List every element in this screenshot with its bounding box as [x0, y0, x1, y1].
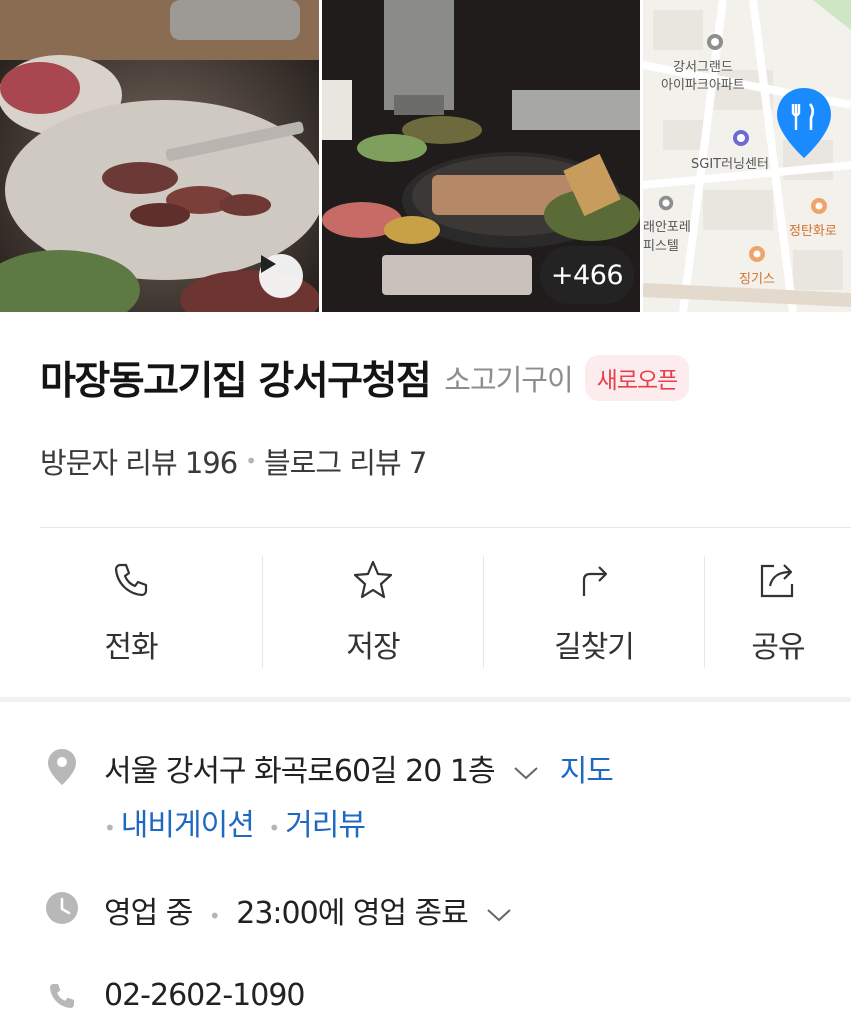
navigation-link[interactable]: 내비게이션 [121, 808, 255, 843]
dot-separator: • [245, 449, 257, 473]
share-button[interactable]: 공유 [705, 540, 851, 678]
save-label: 저장 [346, 630, 400, 665]
map-thumbnail[interactable]: 강서그랜드 아이파크아파트 SGIT러닝센터 래안포레 피스텔 정탄화로 징기스 [643, 0, 851, 312]
phone-row: 02-2602-1090 [40, 978, 306, 1013]
center-marker-icon [733, 130, 749, 146]
directions-button[interactable]: 길찾기 [484, 540, 704, 678]
map-pin-icon [777, 88, 831, 158]
dot-separator: • [104, 816, 116, 840]
open-status: 영업 중 [104, 896, 193, 931]
map-link[interactable]: 지도 [560, 754, 614, 789]
share-label: 공유 [751, 630, 805, 665]
blog-review-link[interactable]: 블로그 리뷰 7 [264, 440, 427, 482]
phone-number[interactable]: 02-2602-1090 [104, 978, 306, 1013]
phone-small-icon [50, 984, 74, 1008]
hours-row: 영업 중 • 23:00에 영업 종료 [40, 888, 512, 932]
clock-icon [46, 892, 78, 924]
play-icon [261, 255, 276, 273]
place-category: 소고기구이 [444, 363, 573, 397]
new-open-badge: 새로오픈 [584, 355, 690, 401]
dot-separator: • [208, 904, 221, 928]
more-photos-badge[interactable]: +466 [540, 246, 634, 304]
save-button[interactable]: 저장 [263, 540, 483, 678]
action-bar: 전화 저장 길찾기 공유 [0, 540, 851, 678]
map-label-restaurant: 정탄화로 [789, 224, 837, 239]
closing-time: 23:00에 영업 종료 [236, 896, 469, 931]
map-label-apartment-1: 강서그랜드 [673, 60, 733, 75]
small-marker-icon [658, 195, 674, 211]
section-divider [0, 697, 851, 702]
restaurant-marker-icon-2 [749, 246, 765, 262]
chevron-down-icon[interactable] [513, 765, 539, 781]
map-label-bottom: 징기스 [739, 272, 775, 287]
map-label-left-1: 래안포레 [643, 220, 691, 235]
map-label-apartment-2: 아이파크아파트 [661, 78, 745, 93]
call-button[interactable]: 전화 [0, 540, 262, 678]
place-name: 마장동고기집 강서구청점 [40, 359, 432, 404]
photo-grill-video[interactable] [0, 0, 319, 312]
map-label-center: SGIT러닝센터 [691, 157, 769, 172]
call-label: 전화 [104, 630, 158, 665]
restaurant-marker-icon [811, 198, 827, 214]
address-sub-links: • 내비게이션 • 거리뷰 [104, 800, 366, 844]
dot-separator: • [268, 816, 280, 840]
divider [40, 527, 851, 528]
address-text: 서울 강서구 화곡로60길 20 1층 [104, 754, 496, 789]
directions-label: 길찾기 [554, 630, 635, 665]
review-row: 방문자 리뷰 196 • 블로그 리뷰 7 [40, 440, 427, 482]
hours-chevron-down-icon[interactable] [486, 907, 512, 923]
visitor-review-link[interactable]: 방문자 리뷰 196 [40, 440, 238, 482]
photo-table-spread[interactable]: +466 [322, 0, 640, 312]
play-button[interactable] [259, 254, 303, 298]
street-view-link[interactable]: 거리뷰 [285, 808, 366, 843]
directions-icon [582, 566, 608, 596]
share-icon [760, 564, 794, 598]
address-row: 서울 강서구 화곡로60길 20 1층 지도 [40, 746, 614, 790]
map-label-left-2: 피스텔 [643, 239, 679, 254]
photo-strip: +466 강서그랜드 아이파크아파트 SGIT러닝센터 래안포레 피스텔 정탄화… [0, 0, 851, 312]
location-pin-icon [48, 749, 76, 785]
title-row: 마장동고기집 강서구청점 소고기구이 새로오픈 [40, 350, 690, 406]
apartment-marker-icon [707, 34, 723, 50]
phone-icon [114, 563, 148, 597]
star-icon [353, 560, 393, 599]
